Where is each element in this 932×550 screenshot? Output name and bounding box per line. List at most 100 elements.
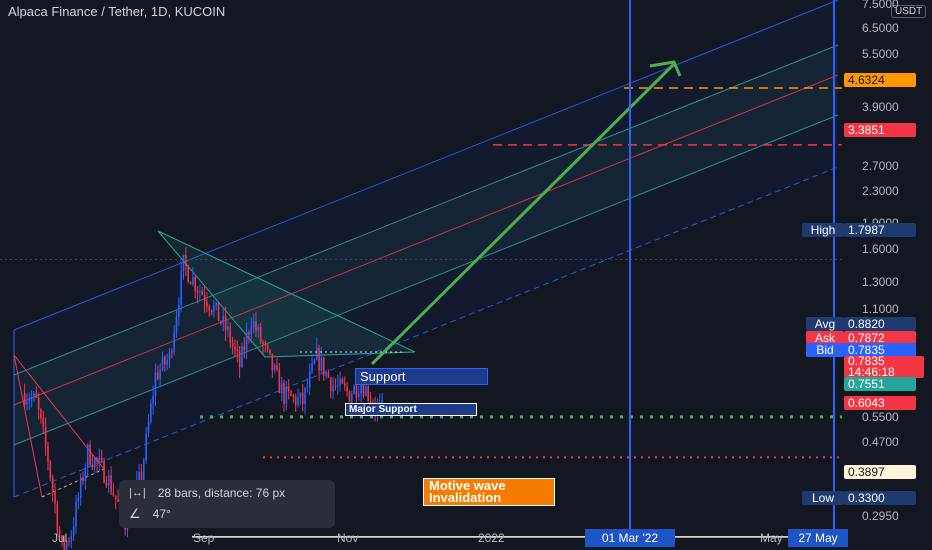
candle-body <box>271 353 274 371</box>
candle-body <box>192 276 194 285</box>
major-support-annotation[interactable]: Major Support <box>345 403 477 416</box>
candle-body <box>187 266 189 283</box>
candle-body <box>42 418 45 427</box>
x-tick: 2022 <box>478 531 505 545</box>
candle-body <box>173 332 175 353</box>
candle-body <box>313 359 316 364</box>
candle-body <box>278 369 281 394</box>
candle-body <box>203 294 206 302</box>
candle-body <box>28 400 31 402</box>
candle-body <box>285 386 288 404</box>
candle-body <box>343 383 346 387</box>
candle-body <box>208 306 211 311</box>
low-label: Low <box>802 491 844 505</box>
candle-body <box>322 357 325 376</box>
invalidation-price: 0.3897 <box>844 465 916 479</box>
high-label: High <box>802 223 844 237</box>
candle-body <box>196 291 199 293</box>
target-orange-price: 4.6324 <box>844 73 916 87</box>
avg-label: Avg <box>806 317 844 331</box>
x-tick: Nov <box>337 531 359 545</box>
candle-body <box>234 346 236 350</box>
y-tick: 2.3000 <box>862 184 899 198</box>
candle-body <box>308 371 311 388</box>
candle-body <box>365 386 367 397</box>
candle-body <box>334 385 337 387</box>
candle-body <box>159 369 161 379</box>
candle-body <box>215 302 218 306</box>
candle-body <box>72 526 75 536</box>
candle-body <box>332 385 334 392</box>
candle-body <box>301 392 304 405</box>
angle-text: 47° <box>152 507 171 521</box>
candle-body <box>49 461 52 478</box>
candle-body <box>299 392 302 398</box>
candle-body <box>86 444 89 468</box>
y-tick: 3.9000 <box>862 100 899 114</box>
candle-body <box>348 391 351 402</box>
candle-body <box>318 347 320 371</box>
candle-body <box>329 377 332 392</box>
candle-body <box>290 391 292 396</box>
candle-body <box>164 356 166 365</box>
support-price: 0.7551 <box>844 377 916 391</box>
candle-body <box>283 383 285 404</box>
x-marker-may[interactable]: 27 May <box>788 529 848 547</box>
chart-title: Alpaca Finance / Tether, 1D, KUCOIN <box>8 4 226 19</box>
candle-body <box>30 397 33 401</box>
candle-body <box>262 341 264 345</box>
candle-body <box>100 458 103 461</box>
candle-body <box>70 535 73 542</box>
x-tick: May <box>760 531 783 545</box>
channel-inner-fill <box>14 45 838 445</box>
candle-body <box>353 385 355 395</box>
candle-body <box>199 291 201 293</box>
candle-body <box>350 394 353 402</box>
candle-body <box>213 305 215 313</box>
candle-body <box>220 321 222 323</box>
candle-body <box>346 386 348 392</box>
candle-body <box>287 386 290 392</box>
candle-body <box>255 321 257 331</box>
candle-body <box>236 349 239 352</box>
support-annotation[interactable]: Support <box>355 368 488 385</box>
candle-body <box>23 393 26 405</box>
candle-body <box>227 326 229 331</box>
candle-body <box>178 304 180 317</box>
candle-body <box>161 356 164 370</box>
candle-body <box>367 386 369 402</box>
candle-body <box>37 397 40 410</box>
candle-body <box>217 302 220 322</box>
candle-body <box>68 541 70 543</box>
candle-body <box>51 477 54 492</box>
y-tick: 1.3000 <box>862 275 899 289</box>
y-tick: 2.7000 <box>862 159 899 173</box>
candle-body <box>82 477 84 481</box>
price-chart[interactable] <box>0 0 932 550</box>
candle-body <box>339 378 341 386</box>
ruler-icon: |↔| <box>129 487 146 499</box>
candle-body <box>280 383 283 394</box>
candle-body <box>327 371 330 378</box>
x-tick: Jul <box>52 531 68 545</box>
candle-body <box>98 458 101 462</box>
y-tick: 7.5000 <box>862 0 899 11</box>
candle-body <box>103 460 105 483</box>
candle-body <box>166 359 168 365</box>
invalidation-annotation[interactable]: Motive wave Invalidation <box>423 478 555 506</box>
candle-body <box>357 393 360 398</box>
candle-body <box>44 426 47 446</box>
candle-body <box>224 315 227 331</box>
candle-body <box>206 301 208 307</box>
candle-body <box>89 444 91 465</box>
candle-body <box>84 467 87 481</box>
candle-body <box>175 316 178 333</box>
candle-body <box>105 482 108 486</box>
candle-body <box>54 491 56 504</box>
x-marker-mar[interactable]: 01 Mar '22 <box>585 529 675 547</box>
candle-body <box>210 310 213 313</box>
candle-body <box>306 387 309 389</box>
candle-body <box>245 332 248 351</box>
candle-body <box>140 471 143 480</box>
candle-body <box>266 344 269 350</box>
